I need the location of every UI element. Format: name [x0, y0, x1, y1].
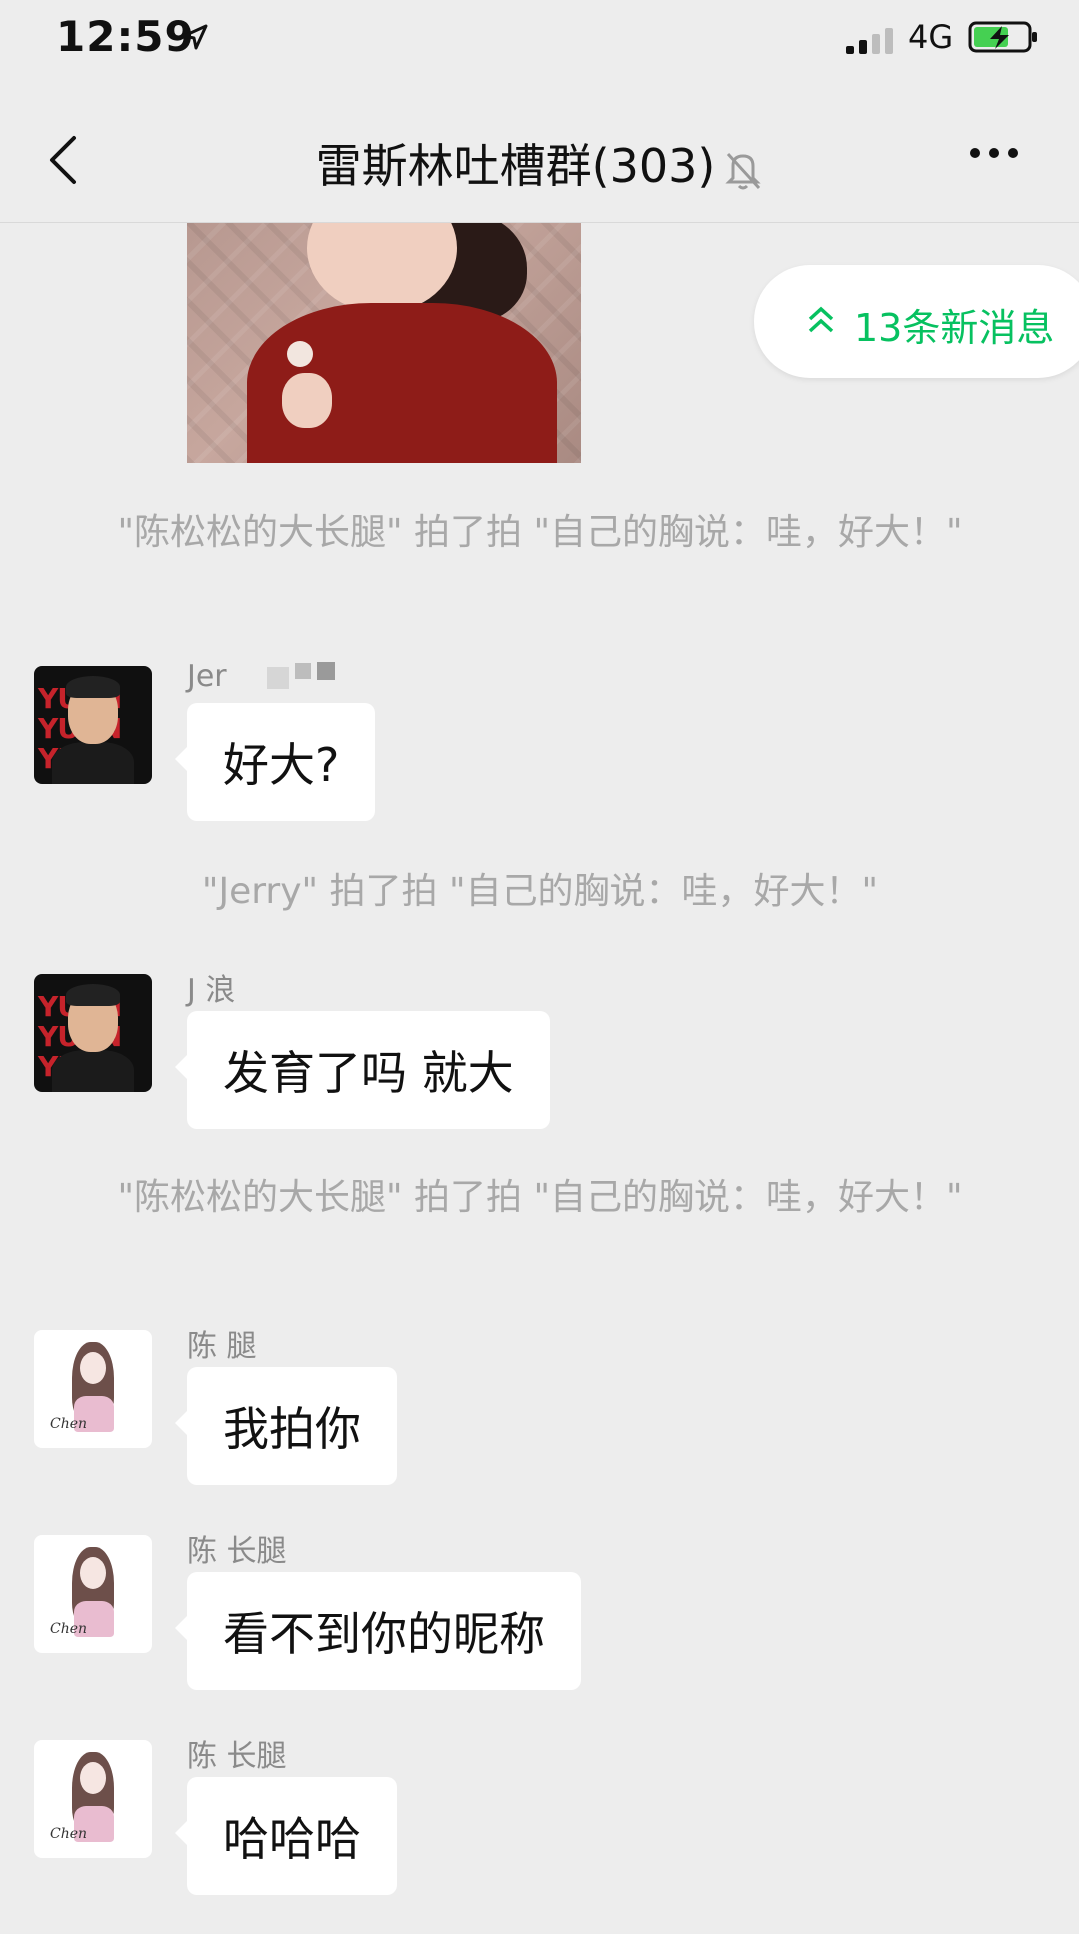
- sender-name: Jer: [187, 659, 335, 694]
- avatar[interactable]: Chen: [34, 1535, 152, 1653]
- avatar[interactable]: YUANYUANYUAN: [34, 666, 152, 784]
- system-message: "陈松松的大长腿" 拍了拍 "自己的胸说：哇，好大！": [117, 512, 963, 553]
- sender-name: J 浪: [187, 973, 236, 1008]
- sender-name: 陈 长腿: [187, 1534, 287, 1569]
- new-messages-button[interactable]: 13条新消息: [754, 265, 1079, 378]
- message-list[interactable]: 13条新消息 "陈松松的大长腿" 拍了拍 "自己的胸说：哇，好大！" YUANY…: [0, 223, 1079, 1934]
- location-arrow-icon: [182, 24, 208, 50]
- new-messages-label: 13条新消息: [854, 306, 1055, 350]
- sender-name: 陈 腿: [187, 1329, 257, 1364]
- system-message: "陈松松的大长腿" 拍了拍 "自己的胸说：哇，好大！": [117, 1177, 963, 1218]
- message-bubble[interactable]: 发育了吗 就大: [175, 1011, 550, 1129]
- chat-title: 雷斯林吐槽群(303): [0, 130, 1079, 196]
- message-bubble[interactable]: 哈哈哈: [175, 1777, 397, 1895]
- chat-title-text: 雷斯林吐槽群(303): [315, 139, 716, 193]
- avatar[interactable]: Chen: [34, 1330, 152, 1448]
- cellular-signal-icon: [846, 26, 893, 54]
- double-chevron-up-icon: [808, 306, 834, 333]
- message-bubble[interactable]: 好大?: [174, 703, 376, 821]
- muted-bell-icon: [725, 152, 761, 189]
- battery-charging-icon: [968, 21, 1037, 53]
- sticker-image[interactable]: [187, 223, 581, 463]
- avatar[interactable]: YUANYUANYUAN: [34, 974, 152, 1092]
- system-message: "Jerry" 拍了拍 "自己的胸说：哇，好大！": [201, 871, 879, 912]
- sender-name: 陈 长腿: [187, 1739, 287, 1774]
- status-bar: 12:59 4G: [0, 0, 1079, 100]
- message-bubble[interactable]: 我拍你: [175, 1367, 397, 1485]
- chat-header: 雷斯林吐槽群(303): [0, 100, 1079, 223]
- more-options-icon[interactable]: [970, 148, 1018, 158]
- status-time: 12:59: [56, 12, 195, 61]
- network-type: 4G: [908, 18, 954, 56]
- avatar[interactable]: Chen: [34, 1740, 152, 1858]
- message-bubble[interactable]: 看不到你的昵称: [175, 1572, 581, 1690]
